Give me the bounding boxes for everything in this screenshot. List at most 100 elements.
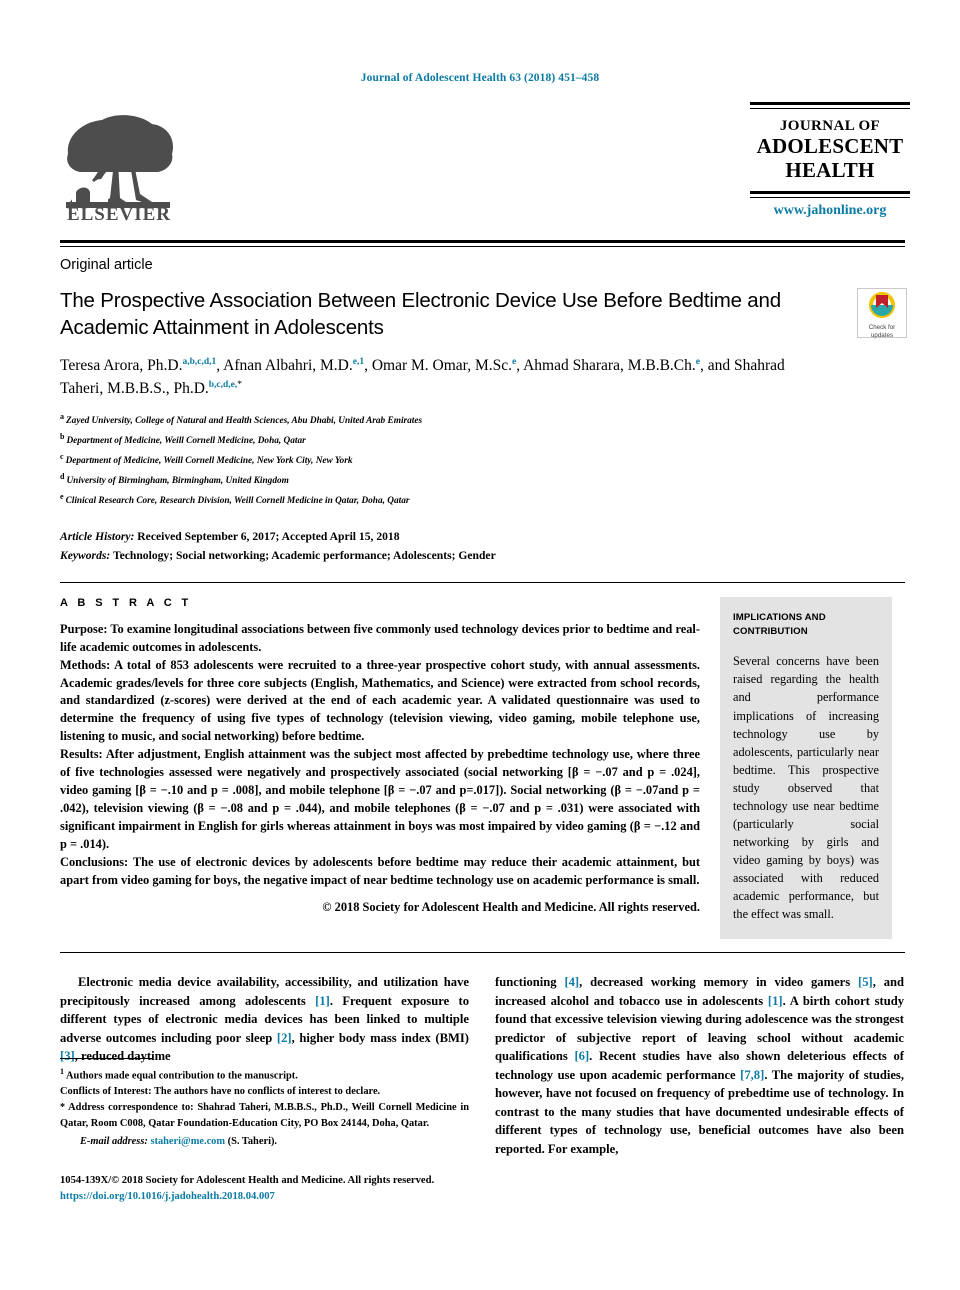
page-title: The Prospective Association Between Elec… <box>60 289 781 340</box>
masthead-divider <box>60 240 905 247</box>
abstract-section-label: Results: <box>60 747 103 762</box>
footnote-correspondence-text: Address correspondence to: Shahrad Taher… <box>60 1102 469 1129</box>
affiliation-list: a Zayed University, College of Natural an… <box>60 410 905 510</box>
citation-link[interactable]: [6] <box>574 1049 589 1063</box>
crossmark-badge[interactable]: Check for updates <box>857 288 907 339</box>
abstract-copyright: © 2018 Society for Adolescent Health and… <box>322 900 700 915</box>
citation-link[interactable]: [5] <box>858 975 873 989</box>
affiliation-mark: a <box>60 411 64 421</box>
svg-text:ELSEVIER: ELSEVIER <box>67 204 171 222</box>
footnote-correspondence: * Address correspondence to: Shahrad Tah… <box>60 1102 469 1129</box>
elsevier-tree-icon: ELSEVIER <box>66 115 174 222</box>
body-paragraph-left: Electronic media device availability, ac… <box>60 975 469 1064</box>
affiliation-item: b Department of Medicine, Weill Cornell M… <box>60 430 905 450</box>
affiliation-mark: e <box>60 491 64 501</box>
keywords-label: Keywords: <box>60 548 111 562</box>
doi-link[interactable]: https://doi.org/10.1016/j.jadohealth.201… <box>60 1189 490 1205</box>
issn-block: 1054-139X/© 2018 Society for Adolescent … <box>60 1173 490 1205</box>
journal-logo: JOURNAL OF ADOLESCENT HEALTH www.jahonli… <box>750 102 910 219</box>
article-history: Article History: Received September 6, 2… <box>60 528 905 547</box>
citation-link[interactable]: [1] <box>315 994 330 1008</box>
journal-logo-rule-top <box>750 102 910 109</box>
elsevier-logo: ELSEVIER <box>60 102 180 222</box>
author-name: Teresa Arora, Ph.D. <box>60 356 183 374</box>
abstract-section-label: Conclusions: <box>60 855 129 870</box>
body-column-right: functioning [4], decreased working memor… <box>495 973 904 1158</box>
footnote-email-attribution: (S. Taheri). <box>225 1135 278 1147</box>
journal-logo-rule-bottom <box>750 191 910 199</box>
author-name: Ahmad Sharara, M.B.B.Ch. <box>523 356 696 374</box>
crossmark-label-line2: updates <box>870 331 894 339</box>
crossmark-shield-icon <box>869 292 895 318</box>
footnote-conflicts-text: The authors have no conflicts of interes… <box>151 1086 381 1098</box>
affiliation-text: Clinical Research Core, Research Divisio… <box>65 496 410 506</box>
citation-link[interactable]: [4] <box>564 975 579 989</box>
footnote-block: 1 Authors made equal contribution to the… <box>60 1058 469 1147</box>
abstract-paragraphs: Purpose: To examine longitudinal associa… <box>60 621 700 891</box>
abstract-paragraph: Conclusions: The use of electronic devic… <box>60 854 700 890</box>
implications-heading: IMPLICATIONS AND CONTRIBUTION <box>733 611 826 637</box>
article-page: Journal of Adolescent Health 63 (2018) 4… <box>0 0 960 1290</box>
journal-logo-line2: ADOLESCENT <box>756 134 904 158</box>
abstract-section-label: Methods: <box>60 657 111 672</box>
abstract-section-text: A total of 853 adolescents were recruite… <box>60 657 700 744</box>
citation-link[interactable]: [7,8] <box>740 1068 764 1082</box>
article-keywords: Keywords: Technology; Social networking;… <box>60 547 905 566</box>
footnote-email-label: E-mail address: <box>80 1135 148 1147</box>
affiliation-item: e Clinical Research Core, Research Divisi… <box>60 490 905 510</box>
affiliation-text: University of Birmingham, Birmingham, Un… <box>66 475 289 486</box>
affiliation-item: c Department of Medicine, Weill Cornell M… <box>60 450 905 470</box>
affiliation-mark: c <box>60 451 64 461</box>
implications-box: IMPLICATIONS AND CONTRIBUTION Several co… <box>720 596 892 940</box>
article-type: Original article <box>60 257 153 273</box>
affiliation-item: a Zayed University, College of Natural an… <box>60 410 905 430</box>
author-name: Afnan Albahri, M.D. <box>223 356 353 374</box>
author-affiliation-marks: b,c,d,e, <box>208 379 238 390</box>
abstract-text-column: A B S T R A C T Purpose: To examine long… <box>60 597 700 940</box>
keywords-text: Technology; Social networking; Academic … <box>112 548 496 562</box>
title-block: The Prospective Association Between Elec… <box>60 287 810 401</box>
author-list: Teresa Arora, Ph.D.a,b,c,d,1, Afnan Alba… <box>60 356 785 398</box>
article-meta: Article History: Received September 6, 2… <box>60 528 905 566</box>
masthead: ELSEVIER JOURNAL OF ADOLESCENT HEALTH ww… <box>60 98 910 240</box>
footnote-equal-contribution-text: Authors made equal contribution to the m… <box>66 1070 298 1082</box>
article-history-label: Article History: <box>60 529 135 543</box>
abstract-paragraph: Results: After adjustment, English attai… <box>60 746 700 854</box>
affiliation-text: Department of Medicine, Weill Cornell Me… <box>66 435 306 446</box>
footnote-divider <box>60 1058 152 1059</box>
abstract-section-text: After adjustment, English attainment was… <box>60 747 700 852</box>
abstract-section-label: Purpose: <box>60 621 108 636</box>
footnote-equal-contribution: 1 Authors made equal contribution to the… <box>60 1067 298 1082</box>
corresponding-author-marker: * <box>237 379 243 390</box>
abstract-section-text: The use of electronic devices by adolesc… <box>60 855 700 888</box>
crossmark-label-line1: Check for <box>868 324 896 331</box>
footnote-conflicts-label: Conflicts of Interest: <box>60 1086 152 1098</box>
author-affiliation-marks: e <box>695 356 700 367</box>
journal-website-link[interactable]: www.jahonline.org <box>750 203 910 219</box>
footnote-conflicts: Conflicts of Interest: The authors have … <box>60 1084 469 1100</box>
affiliation-mark: b <box>60 431 65 441</box>
citation-link[interactable]: [2] <box>277 1031 292 1045</box>
body-paragraph-right: functioning [4], decreased working memor… <box>495 975 905 1156</box>
issn-line: 1054-139X/© 2018 Society for Adolescent … <box>60 1175 435 1186</box>
affiliation-text: Department of Medicine, Weill Cornell Me… <box>65 455 353 466</box>
author-affiliation-marks: e,1 <box>352 356 365 367</box>
footnote-email-link[interactable]: staheri@me.com <box>150 1136 225 1147</box>
abstract-section-text: To examine longitudinal associations bet… <box>60 621 700 654</box>
journal-logo-line1: JOURNAL OF <box>779 118 881 134</box>
abstract-paragraph: Purpose: To examine longitudinal associa… <box>60 621 700 657</box>
journal-logo-line3: HEALTH <box>785 157 875 182</box>
author-affiliation-marks: a,b,c,d,1 <box>182 356 217 367</box>
affiliation-item: d University of Birmingham, Birmingham, U… <box>60 470 905 490</box>
footnote-email-line: E-mail address: staheri@me.com (S. Taher… <box>60 1136 469 1147</box>
running-head: Journal of Adolescent Health 63 (2018) 4… <box>360 72 600 84</box>
implications-body: Several concerns have been raised regard… <box>733 654 879 922</box>
abstract-paragraph: Methods: A total of 853 adolescents were… <box>60 657 700 747</box>
author-name: Omar M. Omar, M.Sc. <box>371 356 512 374</box>
author-affiliation-marks: e <box>511 356 517 367</box>
abstract-divider-bottom <box>60 952 905 954</box>
abstract-section: A B S T R A C T Purpose: To examine long… <box>60 583 905 940</box>
citation-link[interactable]: [1] <box>768 994 783 1008</box>
affiliation-mark: d <box>60 471 65 481</box>
affiliation-text: Zayed University, College of Natural and… <box>66 415 423 426</box>
